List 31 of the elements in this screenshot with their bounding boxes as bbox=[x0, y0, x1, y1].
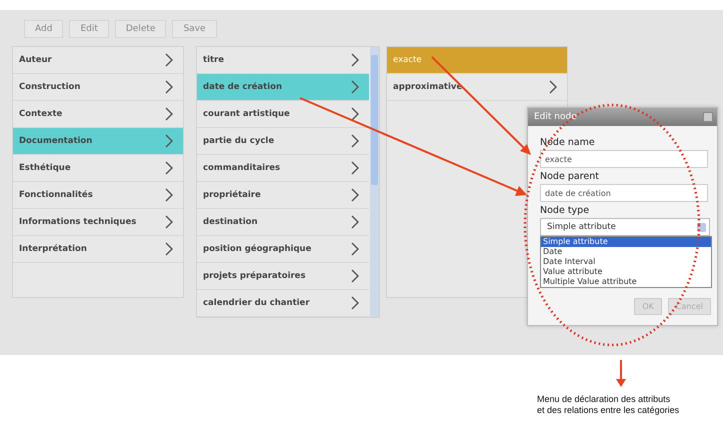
dropdown-option[interactable]: Date bbox=[541, 247, 711, 257]
list-item[interactable]: date de création bbox=[197, 74, 369, 101]
field-label: Node parent bbox=[540, 171, 600, 182]
list-item[interactable]: propriétaire bbox=[197, 182, 369, 209]
caption-text: Menu de déclaration des attributs bbox=[537, 394, 672, 405]
list-item[interactable]: projets préparatoires bbox=[197, 263, 369, 290]
list-item[interactable]: Documentation bbox=[13, 128, 183, 155]
list-item[interactable]: Esthétique bbox=[13, 155, 183, 182]
list-item[interactable]: approximative bbox=[387, 74, 567, 101]
dialog-title: Edit node bbox=[534, 112, 577, 122]
dropdown-option[interactable]: Date Interval bbox=[541, 257, 711, 267]
input-field[interactable]: date de création bbox=[540, 184, 708, 202]
list-item[interactable]: Fonctionnalités bbox=[13, 182, 183, 209]
list-item[interactable]: courant artistique bbox=[197, 101, 369, 128]
dropdown-option[interactable]: Value attribute bbox=[541, 267, 711, 277]
field-label: Node type bbox=[540, 205, 590, 216]
list-item[interactable]: Construction bbox=[13, 74, 183, 101]
list-item[interactable]: destination bbox=[197, 209, 369, 236]
list-item[interactable]: Interprétation bbox=[13, 236, 183, 263]
type-select[interactable]: Simple attribute bbox=[540, 218, 710, 236]
caption-text: et des relations entre les catégories bbox=[537, 405, 680, 416]
list-item[interactable]: commanditaires bbox=[197, 155, 369, 182]
list-item[interactable]: partie du cycle bbox=[197, 128, 369, 155]
input-field[interactable]: exacte bbox=[540, 150, 708, 168]
dropdown-option[interactable]: Simple attribute bbox=[541, 237, 711, 247]
list-item[interactable]: calendrier du chantier bbox=[197, 290, 369, 317]
dropdown-option[interactable]: Multiple Value attribute bbox=[541, 277, 711, 287]
list-item[interactable]: position géographique bbox=[197, 236, 369, 263]
list-item[interactable]: Auteur bbox=[13, 47, 183, 74]
field-label: Node name bbox=[540, 137, 596, 148]
list-item[interactable]: Informations techniques bbox=[13, 209, 183, 236]
